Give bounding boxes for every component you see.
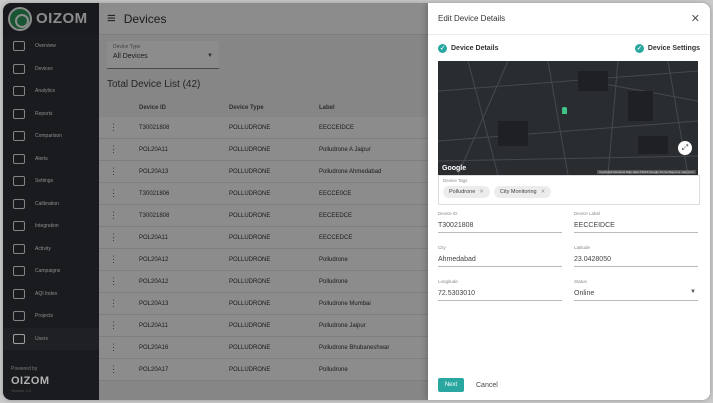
- step-label: Device Details: [451, 44, 499, 52]
- location-map[interactable]: ⤢ Google Keyboard shortcuts Map data ©20…: [438, 61, 698, 175]
- chevron-down-icon: ▼: [690, 289, 696, 295]
- field-label: Status: [574, 279, 587, 284]
- tags-label: Device Tags: [443, 178, 468, 183]
- check-icon: ✓: [634, 43, 644, 53]
- check-icon: ✓: [438, 43, 447, 53]
- field-value: Online: [574, 290, 595, 297]
- map-roads: [438, 61, 698, 175]
- field-status[interactable]: Status Online ▼: [574, 279, 698, 301]
- field-longitude[interactable]: Longitude 72.5303010: [438, 279, 562, 301]
- google-logo: Google: [442, 165, 467, 172]
- modal-backdrop-side[interactable]: [3, 35, 99, 400]
- drawer-header: Edit Device Details ✕: [428, 3, 710, 35]
- drawer-actions: Next Cancel: [438, 378, 498, 392]
- next-button[interactable]: Next: [438, 378, 464, 392]
- drawer-title: Edit Device Details: [438, 14, 506, 23]
- field-value: 23.0428050: [574, 256, 611, 263]
- device-tags-field[interactable]: Device Tags Polludrone ✕ City Monitoring ✕: [438, 175, 700, 205]
- app-window: Device Type All Devices ▼ Total Device L…: [3, 3, 710, 400]
- field-value: 72.5303010: [438, 290, 475, 297]
- device-fields: Device ID T30021808 Device Label EECCEIDCE C…: [438, 211, 700, 331]
- field-label: Device ID: [438, 211, 458, 216]
- map-pin-icon[interactable]: [562, 107, 567, 114]
- modal-backdrop-top[interactable]: [3, 3, 428, 35]
- tag-chip[interactable]: City Monitoring ✕: [493, 186, 552, 198]
- field-label: City: [438, 245, 446, 250]
- field-label: Device Label: [574, 211, 601, 216]
- fullscreen-icon[interactable]: ⤢: [678, 141, 692, 155]
- tag-label: Polludrone: [449, 189, 476, 195]
- field-device-label[interactable]: Device Label EECCEIDCE: [574, 211, 698, 233]
- modal-backdrop[interactable]: [99, 35, 428, 400]
- field-label: Latitude: [574, 245, 591, 250]
- cancel-button[interactable]: Cancel: [476, 382, 498, 389]
- step-device-details[interactable]: ✓ Device Details: [438, 43, 499, 53]
- step-device-settings[interactable]: ✓ Device Settings: [634, 43, 700, 53]
- field-city[interactable]: City Ahmedabad: [438, 245, 562, 267]
- tag-label: City Monitoring: [499, 189, 537, 195]
- tag-chip[interactable]: Polludrone ✕: [443, 186, 490, 198]
- stepper: ✓ Device Details ✓ Device Settings: [428, 35, 710, 61]
- field-value: EECCEIDCE: [574, 222, 615, 229]
- step-label: Device Settings: [647, 44, 700, 52]
- field-latitude[interactable]: Latitude 23.0428050: [574, 245, 698, 267]
- remove-tag-icon[interactable]: ✕: [541, 189, 546, 195]
- edit-device-drawer: Edit Device Details ✕ ✓ Device Details ✓…: [428, 3, 710, 400]
- close-icon[interactable]: ✕: [691, 12, 700, 25]
- field-device-id[interactable]: Device ID T30021808: [438, 211, 562, 233]
- field-label: Longitude: [438, 279, 458, 284]
- field-value: T30021808: [438, 222, 474, 229]
- map-attribution[interactable]: Keyboard shortcuts Map data ©2023 Google…: [597, 170, 696, 174]
- field-value: Ahmedabad: [438, 256, 476, 263]
- remove-tag-icon[interactable]: ✕: [479, 189, 484, 195]
